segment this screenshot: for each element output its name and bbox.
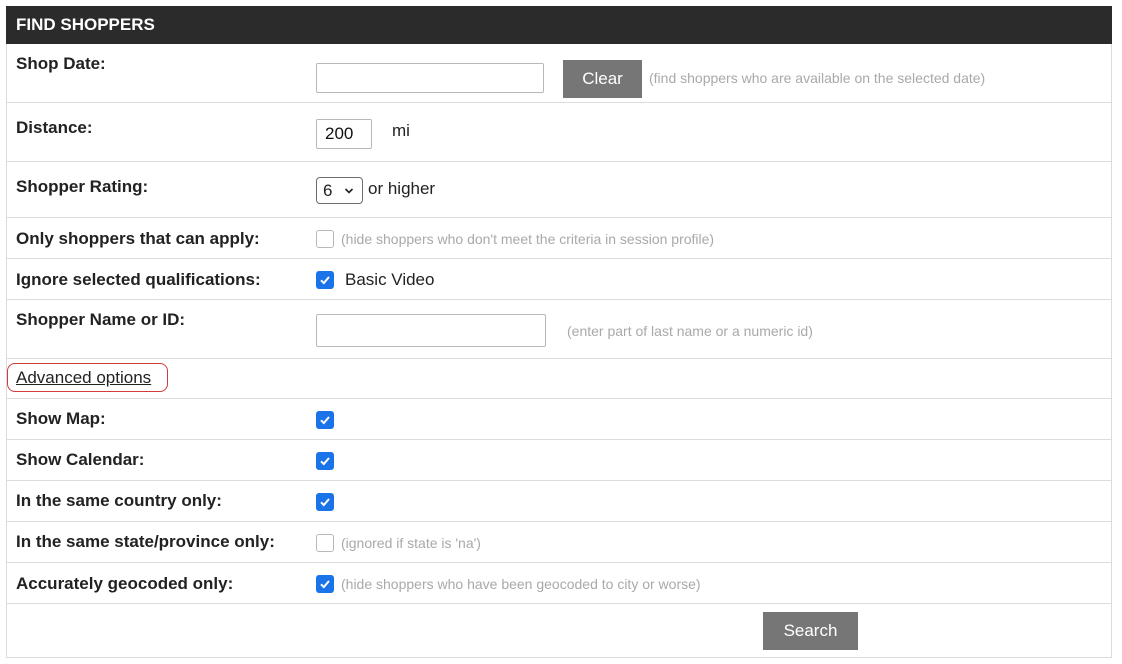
row-show-map: Show Map:	[6, 399, 1112, 440]
row-shopper-rating: Shopper Rating: 6 or higher	[6, 162, 1112, 218]
shopper-name-label: Shopper Name or ID:	[16, 310, 186, 329]
geocoded-label: Accurately geocoded only:	[16, 574, 234, 593]
shopper-rating-label: Shopper Rating:	[16, 177, 149, 196]
checkmark-icon	[320, 457, 330, 466]
can-apply-hint: (hide shoppers who don't meet the criter…	[341, 231, 715, 247]
rating-suffix: or higher	[368, 178, 436, 198]
geocoded-checkbox[interactable]	[316, 575, 334, 593]
row-same-state: In the same state/province only: (ignore…	[6, 522, 1112, 563]
clear-button[interactable]: Clear	[563, 60, 642, 98]
row-show-calendar: Show Calendar:	[6, 440, 1112, 481]
shopper-name-hint: (enter part of last name or a numeric id…	[567, 322, 813, 339]
shop-date-label: Shop Date:	[16, 54, 106, 73]
geocoded-hint: (hide shoppers who have been geocoded to…	[341, 576, 701, 592]
can-apply-checkbox[interactable]	[316, 230, 334, 248]
distance-unit: mi	[392, 121, 410, 140]
rating-select[interactable]: 6	[316, 177, 363, 204]
shop-date-hint: (find shoppers who are available on the …	[649, 70, 986, 86]
row-same-country: In the same country only:	[6, 481, 1112, 522]
distance-label: Distance:	[16, 118, 93, 137]
advanced-options-link[interactable]: Advanced options	[16, 368, 151, 388]
row-geocoded: Accurately geocoded only: (hide shoppers…	[6, 563, 1112, 604]
search-button[interactable]: Search	[763, 612, 858, 650]
row-advanced-options: Advanced options	[6, 359, 1112, 399]
row-can-apply: Only shoppers that can apply: (hide shop…	[6, 218, 1112, 259]
show-map-checkbox[interactable]	[316, 411, 334, 429]
shopper-name-input[interactable]	[316, 314, 546, 347]
same-state-label: In the same state/province only:	[16, 532, 275, 551]
same-state-hint: (ignored if state is 'na')	[341, 535, 481, 551]
show-calendar-checkbox[interactable]	[316, 452, 334, 470]
ignore-qualifications-label: Ignore selected qualifications:	[16, 270, 261, 289]
basic-video-checkbox[interactable]	[316, 271, 334, 289]
same-country-label: In the same country only:	[16, 491, 222, 510]
row-ignore-qualifications: Ignore selected qualifications: Basic Vi…	[6, 259, 1112, 300]
checkmark-icon	[320, 580, 330, 589]
row-distance: Distance: mi	[6, 103, 1112, 162]
show-calendar-label: Show Calendar:	[16, 450, 145, 469]
panel-header: FIND SHOPPERS	[6, 6, 1112, 44]
show-map-label: Show Map:	[16, 409, 106, 428]
row-shop-date: Shop Date: Clear (find shoppers who are …	[6, 44, 1112, 103]
can-apply-label: Only shoppers that can apply:	[16, 229, 260, 248]
basic-video-label: Basic Video	[345, 270, 435, 289]
chevron-down-icon	[345, 187, 354, 194]
row-search: Search	[6, 604, 1112, 658]
find-shoppers-panel: FIND SHOPPERS Shop Date: Clear (find sho…	[6, 6, 1112, 658]
checkmark-icon	[320, 276, 330, 285]
advanced-options-highlight: Advanced options	[7, 363, 168, 392]
checkmark-icon	[320, 498, 330, 507]
shop-date-input[interactable]	[316, 63, 544, 93]
rating-selected-value: 6	[323, 180, 333, 200]
checkmark-icon	[320, 416, 330, 425]
row-shopper-name: Shopper Name or ID: (enter part of last …	[6, 300, 1112, 359]
same-state-checkbox[interactable]	[316, 534, 334, 552]
distance-input[interactable]	[316, 119, 372, 149]
same-country-checkbox[interactable]	[316, 493, 334, 511]
